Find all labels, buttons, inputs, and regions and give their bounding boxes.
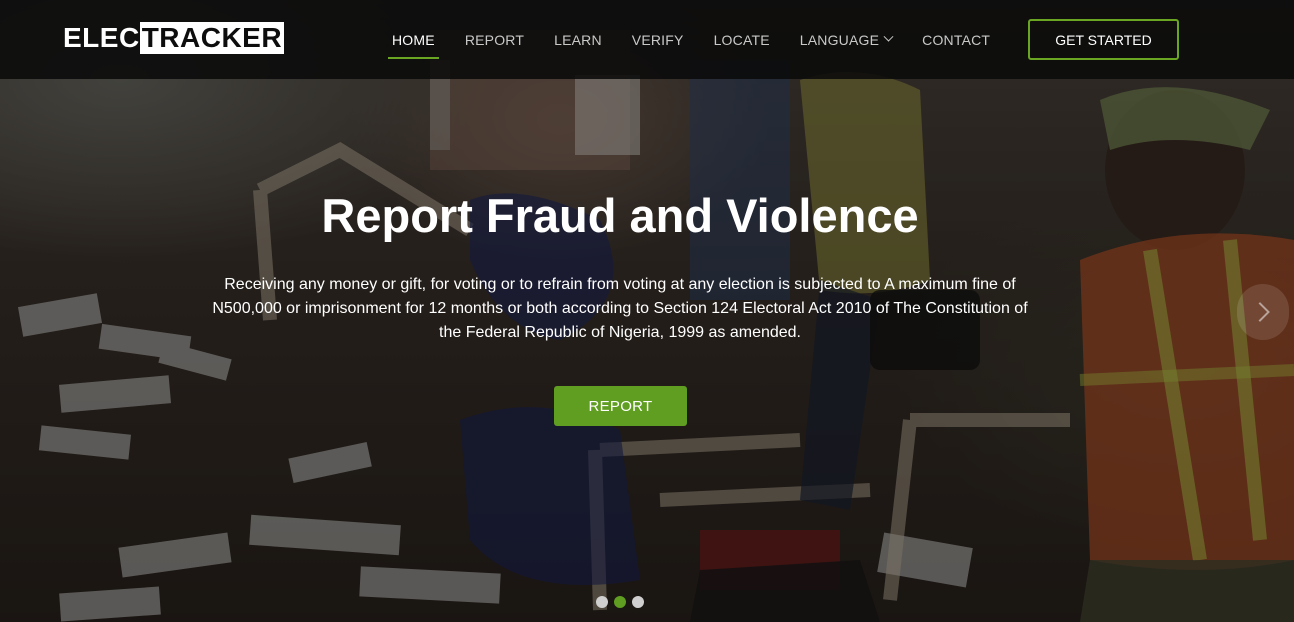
brand-logo[interactable]: ELEC TRACKER [63,22,285,54]
carousel-dot-2[interactable] [614,596,626,608]
navbar: ELEC TRACKER HOME REPORT LEARN VERIFY LO… [0,0,1294,79]
brand-text-elec: ELEC [63,22,140,53]
nav-item-label: HOME [392,31,435,48]
brand-text-tracker: TRACKER [139,22,285,54]
nav-item-label: VERIFY [631,31,684,48]
get-started-button[interactable]: GET STARTED [1028,19,1179,60]
report-button[interactable]: REPORT [554,386,687,426]
carousel-dot-3[interactable] [632,596,644,608]
carousel-dot-1[interactable] [596,596,608,608]
nav-item-label: REPORT [464,31,525,48]
nav-item-language-dropdown[interactable]: LANGUAGE [799,28,894,52]
nav-item-label: CONTACT [922,31,991,48]
nav-item-home[interactable]: HOME [388,28,439,59]
nav-item-report[interactable]: REPORT [465,28,524,52]
carousel-next-button[interactable] [1237,284,1289,340]
chevron-down-icon [883,31,894,42]
main-nav: HOME REPORT LEARN VERIFY LOCATE LANGUAGE… [388,0,1020,79]
hero-description: Receiving any money or gift, for voting … [212,276,1028,341]
nav-item-label: LANGUAGE [799,31,880,48]
nav-item-contact[interactable]: CONTACT [922,28,990,52]
nav-item-locate[interactable]: LOCATE [714,28,770,52]
nav-item-verify[interactable]: VERIFY [632,28,684,52]
nav-item-learn[interactable]: LEARN [554,28,602,52]
carousel-indicators [596,596,650,608]
nav-item-label: LEARN [554,31,602,48]
hero-title: Report Fraud and Violence [321,189,919,242]
nav-item-label: LOCATE [713,31,770,48]
chevron-right-icon [1250,302,1270,322]
